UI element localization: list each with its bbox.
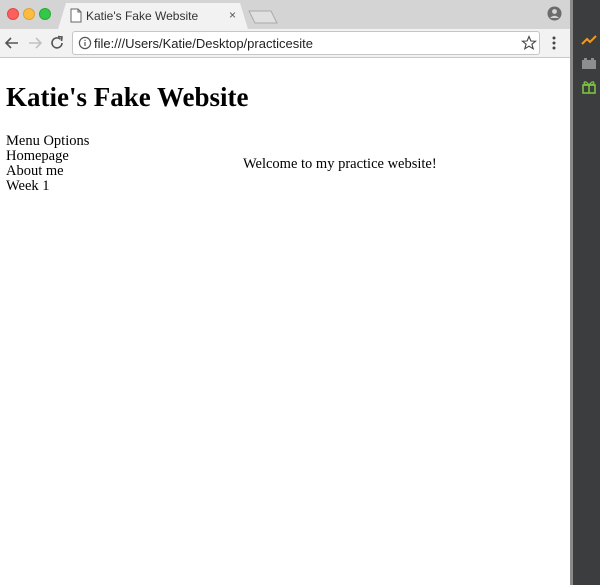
url-text[interactable]: file:///Users/Katie/Desktop/practicesite (94, 36, 313, 51)
page-content: Katie's Fake Website Menu Options Homepa… (0, 58, 570, 585)
star-icon[interactable] (520, 35, 538, 51)
menu-heading: Menu Options (6, 133, 90, 149)
tab-strip: Katie's Fake Website × (0, 0, 570, 29)
tab-close-icon[interactable]: × (229, 8, 236, 22)
window-close-button[interactable] (7, 8, 19, 20)
reload-icon[interactable] (48, 34, 66, 52)
extension-icon[interactable] (581, 57, 597, 71)
side-panel (570, 0, 600, 585)
welcome-message: Welcome to my practice website! (243, 156, 437, 172)
menu-item-about-me[interactable]: About me (6, 164, 89, 179)
forward-arrow-icon[interactable] (26, 34, 44, 52)
kebab-menu-icon[interactable] (549, 36, 559, 50)
back-arrow-icon[interactable] (3, 34, 21, 52)
gift-icon[interactable] (581, 80, 597, 94)
menu-list: Menu Options Homepage About me Week 1 (6, 134, 89, 194)
browser-tab[interactable]: Katie's Fake Website × (58, 3, 248, 29)
info-icon[interactable] (78, 36, 92, 50)
window-minimize-button[interactable] (23, 8, 35, 20)
activity-chart-icon[interactable] (581, 33, 597, 47)
new-tab-button[interactable] (248, 10, 278, 24)
menu-item-week-1[interactable]: Week 1 (6, 179, 89, 194)
menu-item-homepage[interactable]: Homepage (6, 149, 89, 164)
window-zoom-button[interactable] (39, 8, 51, 20)
profile-icon[interactable] (547, 6, 562, 21)
page-icon (70, 8, 82, 23)
address-bar[interactable]: file:///Users/Katie/Desktop/practicesite (72, 31, 540, 55)
browser-toolbar: file:///Users/Katie/Desktop/practicesite (0, 29, 570, 58)
page-title: Katie's Fake Website (6, 82, 249, 112)
tab-title: Katie's Fake Website (86, 9, 199, 23)
